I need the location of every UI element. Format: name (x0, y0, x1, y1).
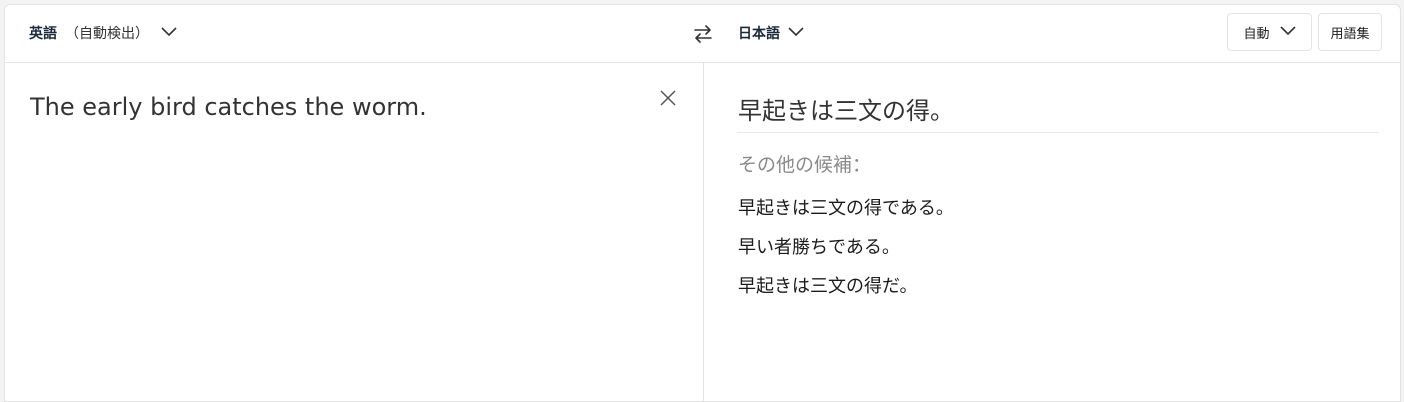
swap-icon[interactable] (691, 22, 715, 46)
target-language-name: 日本語 (738, 26, 780, 42)
alternative-item[interactable]: 早起きは三文の得である。 (738, 197, 954, 236)
source-language-name: 英語 (29, 26, 57, 42)
chevron-down-icon (788, 25, 804, 41)
auto-detect-label: （自動検出） (65, 26, 149, 42)
language-toolbar: 英語 （自動検出） 日本語 自動 用語集 (5, 5, 1400, 63)
auto-mode-dropdown[interactable]: 自動 (1227, 13, 1312, 51)
source-language-selector[interactable]: 英語 （自動検出） (29, 23, 177, 43)
panel-divider (703, 62, 704, 401)
alternative-item[interactable]: 早起きは三文の得だ。 (738, 275, 954, 314)
alternative-item[interactable]: 早い者勝ちである。 (738, 236, 954, 275)
result-separator (737, 132, 1379, 133)
alternatives-label: その他の候補： (738, 154, 872, 176)
source-text-input[interactable]: The early bird catches the worm. (30, 93, 427, 121)
glossary-button[interactable]: 用語集 (1318, 13, 1382, 51)
target-language-selector[interactable]: 日本語 (738, 23, 804, 43)
translator-app: 英語 （自動検出） 日本語 自動 用語集 The early bird catc… (4, 4, 1401, 402)
alternatives-list: 早起きは三文の得である。 早い者勝ちである。 早起きは三文の得だ。 (738, 197, 954, 314)
close-icon[interactable] (657, 87, 679, 109)
translation-output: 早起きは三文の得。 (738, 97, 954, 125)
auto-mode-label: 自動 (1243, 26, 1270, 42)
chevron-down-icon (161, 25, 177, 41)
chevron-down-icon (1279, 25, 1296, 40)
